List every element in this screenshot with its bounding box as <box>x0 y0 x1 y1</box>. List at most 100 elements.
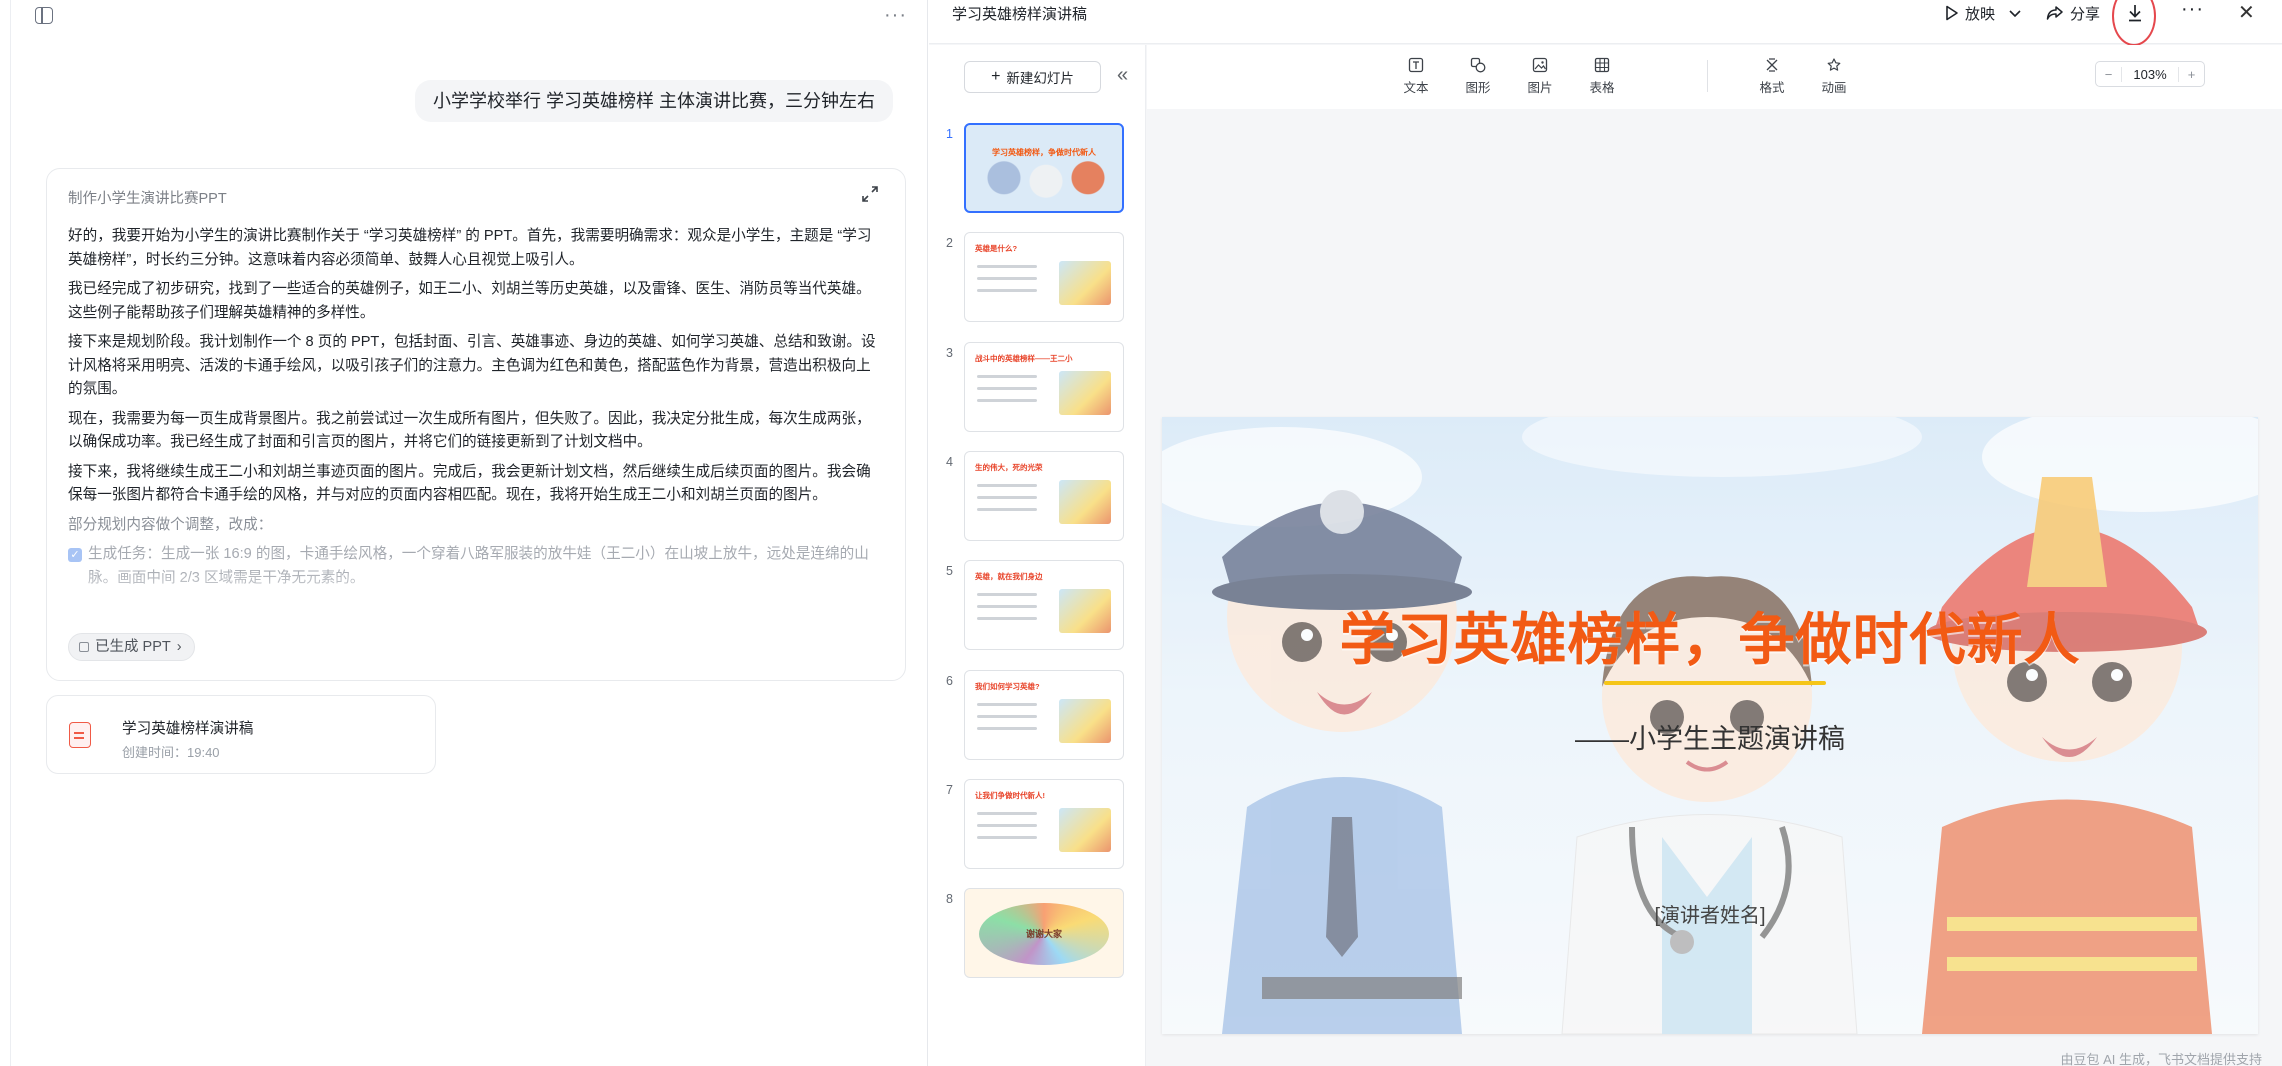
thumbnail-number: 5 <box>946 564 953 579</box>
thumbnail-picture <box>1059 589 1111 634</box>
editor-toolbar: 文本 图形 图片 表格 格式 动画 − 103% + <box>1147 45 2282 109</box>
toolbar-divider <box>1707 60 1708 92</box>
thumbnail-number: 6 <box>946 673 953 688</box>
thumbnail-text-line <box>977 289 1037 293</box>
slide-thumbnail[interactable]: 学习英雄榜样，争做时代新人 <box>964 123 1124 213</box>
checkbox-icon: ✓ <box>68 548 82 562</box>
thumbnail-title: 谢谢大家 <box>1025 929 1062 940</box>
play-icon <box>1946 5 1958 21</box>
thumbnail-number: 7 <box>946 782 953 797</box>
slide-title[interactable]: 学习英雄榜样，争做时代新人 <box>1162 595 2258 676</box>
thumbnail-text-line <box>977 835 1037 839</box>
format-brush-icon <box>1766 58 1778 72</box>
table-tool[interactable]: 表格 <box>1580 57 1624 96</box>
play-label: 放映 <box>1965 5 1996 23</box>
shape-tool[interactable]: 图形 <box>1456 57 1500 96</box>
slide-subtitle[interactable]: ——小学生主题演讲稿 <box>1162 717 2258 756</box>
file-card[interactable]: 学习英雄榜样演讲稿 创建时间：19:40 <box>46 695 436 774</box>
thumbnail-text-line <box>977 374 1037 378</box>
image-icon <box>1532 57 1548 73</box>
zoom-control: − 103% + <box>2095 61 2205 87</box>
share-label: 分享 <box>2070 5 2101 23</box>
ppt-panel: 学习英雄榜样演讲稿 放映 分享 ··· ✕ + 新建幻灯片 « 1 学习英雄榜样，… <box>929 0 2282 1066</box>
thumbnail-picture <box>1059 698 1111 743</box>
new-slide-label: 新建幻灯片 <box>1006 71 1074 86</box>
ppt-icon <box>79 642 89 652</box>
task-title: 制作小学生演讲比赛PPT <box>68 191 227 207</box>
user-message-bubble: 小学学校举行 学习英雄榜样 主体演讲比赛，三分钟左右 <box>415 80 893 122</box>
thumbnail-text-line <box>977 386 1037 390</box>
thumbnail-title: 英雄是什么? <box>975 244 1018 254</box>
task-body: 好的，我要开始为小学生的演讲比赛制作关于 “学习英雄榜样” 的 PPT。首先，我… <box>68 225 884 590</box>
slide-thumbnail[interactable]: 英雄，就在我们身边 <box>964 560 1124 651</box>
thumbnail-text-line <box>977 605 1037 609</box>
task-paragraph: 现在，我需要为每一页生成背景图片。我之前尝试过一次生成所有图片，但失败了。因此，… <box>68 410 871 451</box>
title-underline <box>1604 681 1826 685</box>
footer-note: 由豆包 AI 生成，飞书文档提供支持 <box>2060 1052 2262 1066</box>
generated-ppt-chip[interactable]: 已生成 PPT › <box>68 633 195 661</box>
text-icon <box>1408 57 1424 73</box>
slide-thumbnail[interactable]: 生的伟大，死的光荣 <box>964 450 1124 541</box>
play-button[interactable]: 放映 <box>1945 2 2023 24</box>
chevron-down-icon[interactable] <box>2007 5 2023 21</box>
thumbnail-picture <box>1059 261 1111 306</box>
thumbnail-picture <box>1059 479 1111 524</box>
current-slide[interactable]: 学习英雄榜样，争做时代新人 ——小学生主题演讲稿 [演讲者姓名] <box>1162 417 2258 1034</box>
document-icon <box>69 722 91 748</box>
collapse-panel-icon[interactable]: « <box>1117 64 1128 87</box>
slide-thumbnail[interactable]: 我们如何学习英雄? <box>964 669 1124 760</box>
zoom-out-button[interactable]: − <box>2096 66 2122 82</box>
text-tool[interactable]: 文本 <box>1394 57 1438 96</box>
chat-more-icon[interactable]: ··· <box>884 4 907 27</box>
shape-tool-label: 图形 <box>1465 81 1491 95</box>
animation-tool-label: 动画 <box>1821 81 1847 95</box>
thumbnail-title: 我们如何学习英雄? <box>975 681 1040 691</box>
animation-icon <box>1827 58 1841 71</box>
sidebar-toggle-icon[interactable] <box>35 7 53 24</box>
thumbnail-column: + 新建幻灯片 « 1 学习英雄榜样，争做时代新人 2 英雄是什么? 3 战斗中的英雄榜样… <box>929 45 1146 1066</box>
file-name: 学习英雄榜样演讲稿 <box>122 721 254 737</box>
image-tool-label: 图片 <box>1527 81 1553 95</box>
thumbnail-title: 让我们争做时代新人! <box>975 790 1045 800</box>
more-icon[interactable]: ··· <box>2181 0 2204 21</box>
thumbnail-number: 4 <box>946 454 953 469</box>
share-button[interactable]: 分享 <box>2046 2 2100 24</box>
thumbnail-title: 英雄，就在我们身边 <box>975 572 1043 582</box>
thumbnail-number: 3 <box>946 345 953 360</box>
slide-thumbnail[interactable]: 英雄是什么? <box>964 232 1124 323</box>
thumbnail-title: 战斗中的英雄榜样——王二小 <box>975 353 1073 363</box>
generated-ppt-label: 已生成 PPT <box>95 639 171 655</box>
ppt-header: 学习英雄榜样演讲稿 放映 分享 ··· ✕ <box>929 0 2282 46</box>
slide-thumbnail[interactable]: 让我们争做时代新人! <box>964 778 1124 869</box>
fade-mask <box>47 569 905 619</box>
task-paragraph: 接下来是规划阶段。我计划制作一个 8 页的 PPT，包括封面、引言、英雄事迹、身… <box>68 334 876 397</box>
format-tool[interactable]: 格式 <box>1750 57 1794 96</box>
thumbnail-text-line <box>977 811 1037 815</box>
doc-title: 学习英雄榜样演讲稿 <box>952 6 1088 23</box>
zoom-level[interactable]: 103% <box>2122 67 2178 82</box>
thumbnail-number: 1 <box>946 127 953 141</box>
thumbnail-number: 2 <box>946 236 953 251</box>
slide-speaker[interactable]: [演讲者姓名] <box>1162 899 2258 928</box>
task-paragraph: 好的，我要开始为小学生的演讲比赛制作关于 “学习英雄榜样” 的 PPT。首先，我… <box>68 228 872 268</box>
thumbnail-text-line <box>977 702 1037 706</box>
zoom-in-button[interactable]: + <box>2178 66 2204 82</box>
highlight-circle <box>2112 0 2156 46</box>
thumbnail-title: 生的伟大，死的光荣 <box>975 462 1043 472</box>
expand-icon[interactable] <box>861 185 879 203</box>
thumbnail-text-line <box>977 726 1037 730</box>
thumbnail-text-line <box>977 483 1037 487</box>
adjust-note: 部分规划内容做个调整，改成： <box>68 516 273 533</box>
task-paragraph: 我已经完成了初步研究，找到了一些适合的英雄例子，如王二小、刘胡兰等历史英雄，以及… <box>68 281 871 321</box>
new-slide-button[interactable]: + 新建幻灯片 <box>964 61 1101 93</box>
slide-thumbnail[interactable]: 谢谢大家 <box>964 888 1124 979</box>
animation-tool[interactable]: 动画 <box>1812 57 1856 96</box>
image-tool[interactable]: 图片 <box>1518 57 1562 96</box>
share-icon <box>2046 6 2063 20</box>
slide-canvas: 学习英雄榜样，争做时代新人 ——小学生主题演讲稿 [演讲者姓名] <box>1147 110 2282 1066</box>
thumbnail-title: 学习英雄榜样，争做时代新人 <box>992 148 1096 157</box>
close-icon[interactable]: ✕ <box>2238 0 2255 25</box>
thumbnail-number: 8 <box>946 892 953 907</box>
slide-thumbnail[interactable]: 战斗中的英雄榜样——王二小 <box>964 341 1124 432</box>
thumbnail-text-line <box>977 617 1037 621</box>
